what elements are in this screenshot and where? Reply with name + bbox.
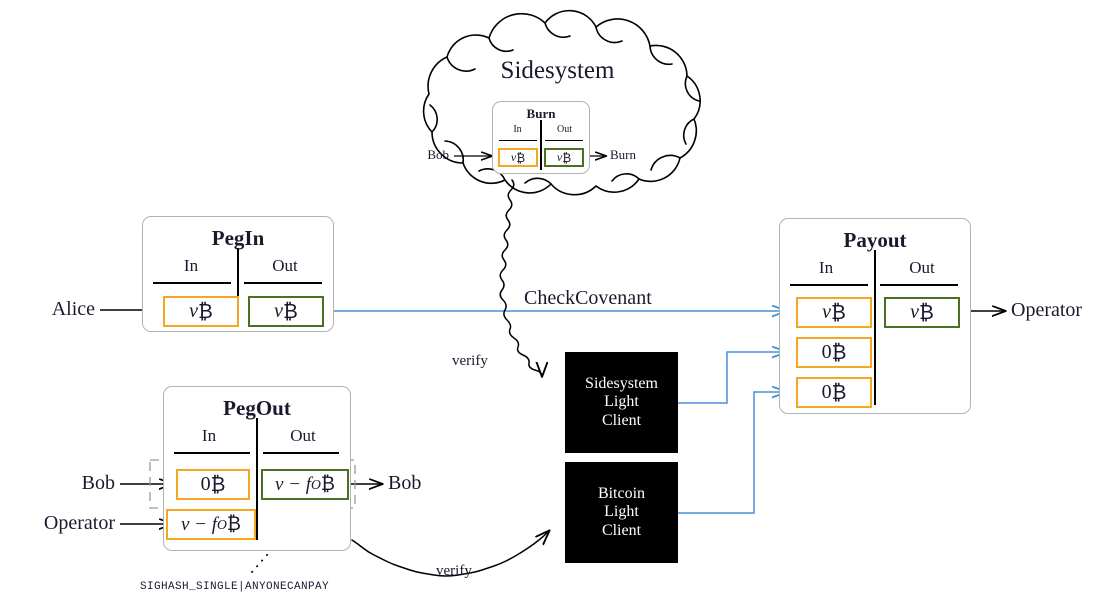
pegout-input-1-unit: ₿ [226,513,241,535]
payout-dest-label: Operator [1011,299,1083,321]
burn-transaction-box: Burn In Out v ₿ v ₿ [492,101,590,174]
bitcoin-light-client: Bitcoin Light Client [565,462,678,563]
pegin-source-label: Alice [51,298,95,320]
bitcoin-light-client-line-2: Client [601,521,642,539]
edge-bitcoin-lc-to-payout [678,392,786,514]
payout-header-rule-in [790,284,868,286]
pegout-input-0: 0 ₿ [176,469,250,500]
burn-source-label: Bob [427,147,449,162]
pegin-output-0-unit: ₿ [283,299,298,323]
pegin-output-0-value: v [274,300,284,322]
sidesystem-light-client-line-2: Client [601,411,642,429]
pegout-input-1-source-label: Operator [43,512,115,534]
pegin-header-rule-in [153,282,231,284]
pegout-header-rule-out [263,452,339,454]
burn-output-0-unit: ₿ [562,150,572,165]
edge-verify-sidesystem [499,179,542,376]
payout-input-0: v ₿ [796,297,872,328]
payout-input-2-value: 0 [821,381,832,403]
pegin-input-0-unit: ₿ [198,299,213,323]
pegout-header-rule-in [174,452,250,454]
pegout-input-0-value: 0 [200,473,211,495]
pegout-col-in: In [201,426,217,445]
payout-input-1-value: 0 [821,341,832,363]
bitcoin-light-client-line-1: Light [604,503,639,521]
pegout-output-0-subscript: O [311,476,321,492]
pegout-output-0-value: v − f [275,473,312,495]
verify-label-top: verify [452,353,488,369]
payout-input-0-value: v [822,301,832,323]
payout-output-0-unit: ₿ [919,300,934,324]
payout-input-1: 0 ₿ [796,337,872,368]
pegout-input-1: v − f O ₿ [166,509,256,540]
pegout-output-0: v − f O ₿ [261,469,349,500]
sidesystem-light-client: Sidesystem Light Client [565,352,678,453]
burn-col-in: In [513,124,522,135]
payout-output-0-value: v [910,301,920,323]
pegout-input-0-unit: ₿ [210,472,226,496]
pegin-transaction-box: PegIn In Out v ₿ v ₿ [142,216,334,332]
burn-dest-label: Burn [610,147,636,162]
burn-input-0: v ₿ [498,148,538,167]
pegout-input-0-source-label: Bob [81,472,115,494]
payout-header-rule-out [880,284,958,286]
sighash-annotation: SIGHASH_SINGLE|ANYONECANPAY [140,581,330,593]
payout-input-1-unit: ₿ [831,340,847,364]
payout-input-2: 0 ₿ [796,377,872,408]
payout-col-out: Out [909,258,935,277]
burn-input-0-unit: ₿ [516,150,526,165]
checkcovenant-label: CheckCovenant [524,287,652,309]
pegin-col-out: Out [272,256,298,275]
pegout-output-0-unit: ₿ [320,473,335,495]
payout-input-2-unit: ₿ [831,380,847,404]
pegin-col-in: In [183,256,199,275]
pegout-input-1-value: v − f [181,513,218,535]
burn-header-rule-in [499,140,537,142]
pegin-header-rule-out [244,282,322,284]
cloud-label: Sidesystem [500,57,615,84]
burn-col-out: Out [557,124,572,135]
payout-input-0-unit: ₿ [831,300,846,324]
pegout-transaction-box: PegOut In Out 0 ₿ v − f O ₿ v − f O ₿ [163,386,351,551]
pegout-col-out: Out [290,426,316,445]
payout-transaction-box: Payout In Out v ₿ 0 ₿ 0 ₿ v ₿ [779,218,971,414]
pegin-input-0: v ₿ [163,296,239,327]
payout-col-in: In [818,258,834,277]
sidesystem-light-client-line-0: Sidesystem [585,374,658,392]
payout-column-divider [874,250,876,405]
verify-label-bottom: verify [436,563,472,579]
pegin-input-0-value: v [189,300,199,322]
pegin-output-0: v ₿ [248,296,324,327]
pegout-column-divider [256,418,258,540]
sidesystem-light-client-line-1: Light [604,393,639,411]
pegout-input-1-subscript: O [217,516,227,532]
payout-output-0: v ₿ [884,297,960,328]
bitcoin-light-client-line-0: Bitcoin [597,484,646,502]
burn-column-divider [540,120,542,170]
edge-sidesystem-lc-to-payout [678,352,786,404]
burn-header-rule-out [545,140,583,142]
burn-output-0: v ₿ [544,148,584,167]
pegout-output-0-dest-label: Bob [388,472,422,494]
diagram-canvas: Sidesystem Burn In Out v ₿ v ₿ Bob Burn Pe… [0,0,1115,609]
